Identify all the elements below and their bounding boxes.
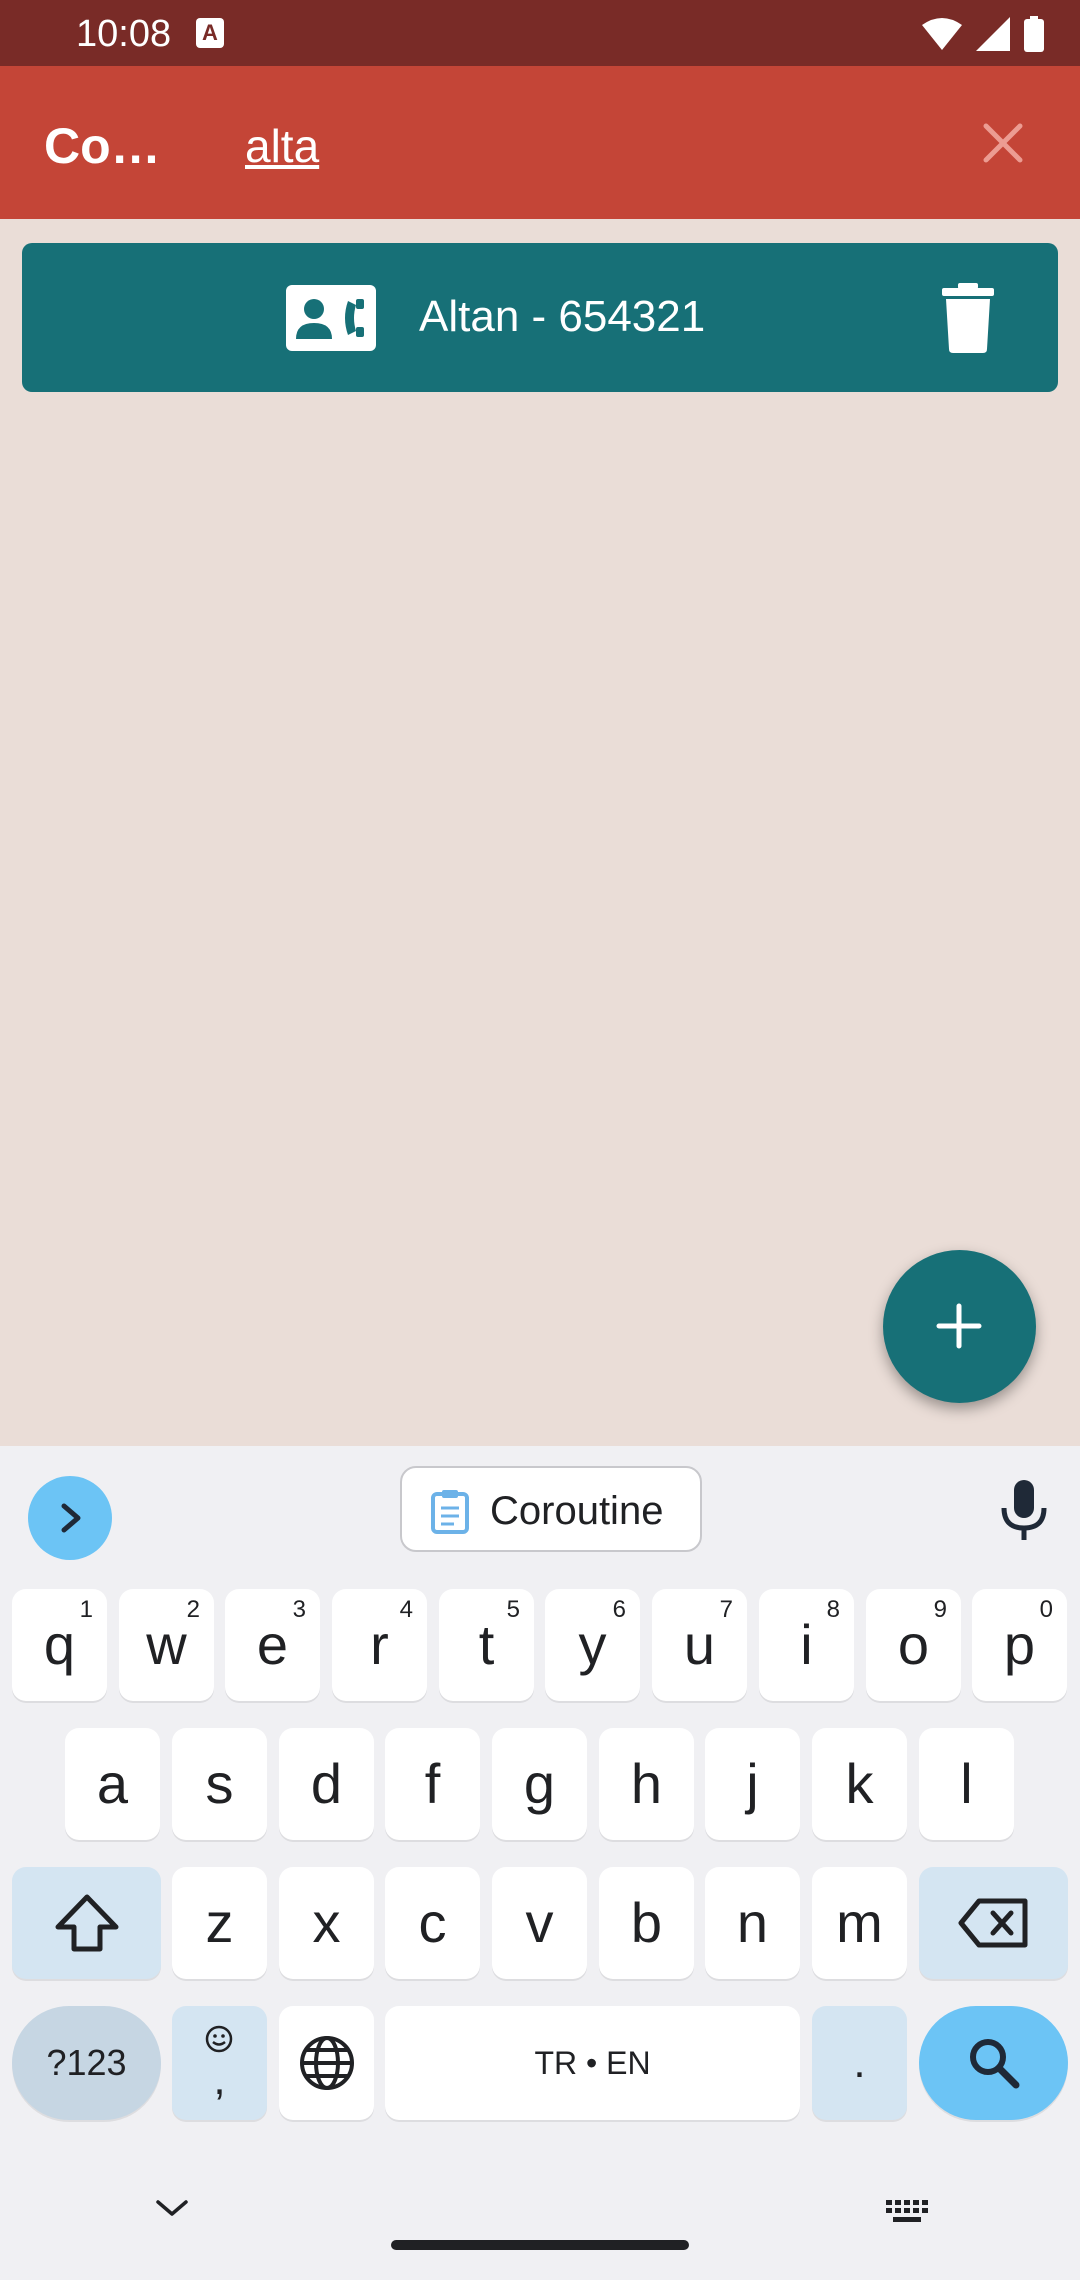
key-u[interactable]: u7	[652, 1589, 747, 1701]
period-key[interactable]: .	[812, 2006, 907, 2120]
key-m[interactable]: m	[812, 1867, 907, 1979]
suggestion-text: Coroutine	[490, 1489, 664, 1533]
delete-contact-button[interactable]	[940, 283, 996, 353]
key-hint: 1	[79, 1596, 93, 1623]
key-n[interactable]: n	[705, 1867, 800, 1979]
app-title: Co…	[44, 118, 161, 174]
wifi-icon	[922, 18, 962, 50]
shift-icon	[55, 1894, 118, 1952]
shift-key[interactable]	[12, 1867, 161, 1979]
key-label: o	[897, 1613, 930, 1676]
key-i[interactable]: i8	[759, 1589, 854, 1701]
key-hint: 6	[612, 1596, 626, 1623]
key-p[interactable]: p0	[972, 1589, 1067, 1701]
key-b[interactable]: b	[599, 1867, 694, 1979]
key-hint: 0	[1039, 1596, 1053, 1623]
key-g[interactable]: g	[492, 1728, 587, 1840]
trash-icon	[942, 283, 994, 353]
key-o[interactable]: o9	[866, 1589, 961, 1701]
notification-icon: A	[196, 18, 224, 48]
key-hint: 8	[826, 1596, 840, 1623]
plus-icon	[936, 1303, 982, 1349]
status-icons	[922, 14, 1044, 54]
chevron-right-icon	[61, 1503, 81, 1533]
keyboard: Coroutine q1 w2 e3 r4 t5 y6 u7 i8 o9 p0 …	[0, 1446, 1080, 2280]
backspace-icon	[958, 1898, 1027, 1948]
home-indicator[interactable]	[391, 2240, 689, 2250]
key-k[interactable]: k	[812, 1728, 907, 1840]
key-t[interactable]: t5	[439, 1589, 534, 1701]
status-bar: 10:08 A	[0, 0, 1080, 66]
key-label: p	[1003, 1613, 1036, 1676]
app-bar: Co… alta	[0, 66, 1080, 219]
contact-phone-icon	[286, 285, 376, 351]
space-key[interactable]: TR • EN	[385, 2006, 800, 2120]
status-time: 10:08	[76, 13, 172, 55]
hide-keyboard-icon[interactable]	[154, 2196, 190, 2220]
keyboard-switch-icon[interactable]	[884, 2198, 930, 2226]
key-w[interactable]: w2	[119, 1589, 214, 1701]
key-hint: 7	[719, 1596, 733, 1623]
key-e[interactable]: e3	[225, 1589, 320, 1701]
key-hint: 4	[399, 1596, 413, 1623]
key-label: r	[370, 1613, 389, 1676]
key-label: w	[146, 1613, 187, 1676]
key-r[interactable]: r4	[332, 1589, 427, 1701]
signal-icon	[976, 17, 1010, 51]
suggestion-chip[interactable]: Coroutine	[400, 1466, 702, 1552]
voice-input-button[interactable]	[1000, 1478, 1048, 1544]
key-j[interactable]: j	[705, 1728, 800, 1840]
mic-icon	[1001, 1480, 1047, 1540]
key-s[interactable]: s	[172, 1728, 267, 1840]
search-key[interactable]	[919, 2006, 1068, 2120]
key-hint: 9	[933, 1596, 947, 1623]
key-y[interactable]: y6	[545, 1589, 640, 1701]
key-label: e	[256, 1613, 289, 1676]
contact-item[interactable]: Altan - 654321	[22, 243, 1058, 392]
key-f[interactable]: f	[385, 1728, 480, 1840]
key-label: q	[43, 1613, 76, 1676]
symbols-key[interactable]: ?123	[12, 2006, 161, 2120]
key-l[interactable]: l	[919, 1728, 1014, 1840]
key-c[interactable]: c	[385, 1867, 480, 1979]
contact-name-number: Altan - 654321	[419, 292, 706, 341]
backspace-key[interactable]	[919, 1867, 1068, 1979]
battery-icon	[1024, 16, 1044, 52]
key-label: i	[800, 1613, 813, 1676]
key-d[interactable]: d	[279, 1728, 374, 1840]
key-label: y	[578, 1613, 607, 1676]
key-label: t	[478, 1613, 495, 1676]
emoji-comma-key[interactable]: ,	[172, 2006, 267, 2120]
key-hint: 2	[186, 1596, 200, 1623]
search-input[interactable]: alta	[245, 118, 319, 174]
key-h[interactable]: h	[599, 1728, 694, 1840]
search-icon	[969, 2039, 1019, 2089]
key-v[interactable]: v	[492, 1867, 587, 1979]
add-contact-button[interactable]	[883, 1250, 1036, 1403]
key-x[interactable]: x	[279, 1867, 374, 1979]
emoji-icon	[205, 2025, 233, 2053]
comma-label: ,	[213, 2055, 226, 2104]
key-label: u	[683, 1613, 716, 1676]
key-q[interactable]: q1	[12, 1589, 107, 1701]
key-z[interactable]: z	[172, 1867, 267, 1979]
key-hint: 5	[506, 1596, 520, 1623]
key-a[interactable]: a	[65, 1728, 160, 1840]
clipboard-icon	[431, 1490, 469, 1534]
close-icon	[983, 123, 1023, 163]
close-search-button[interactable]	[970, 110, 1036, 176]
expand-toolbar-button[interactable]	[28, 1476, 112, 1560]
globe-icon	[299, 2036, 354, 2090]
language-key[interactable]	[279, 2006, 374, 2120]
key-hint: 3	[292, 1596, 306, 1623]
